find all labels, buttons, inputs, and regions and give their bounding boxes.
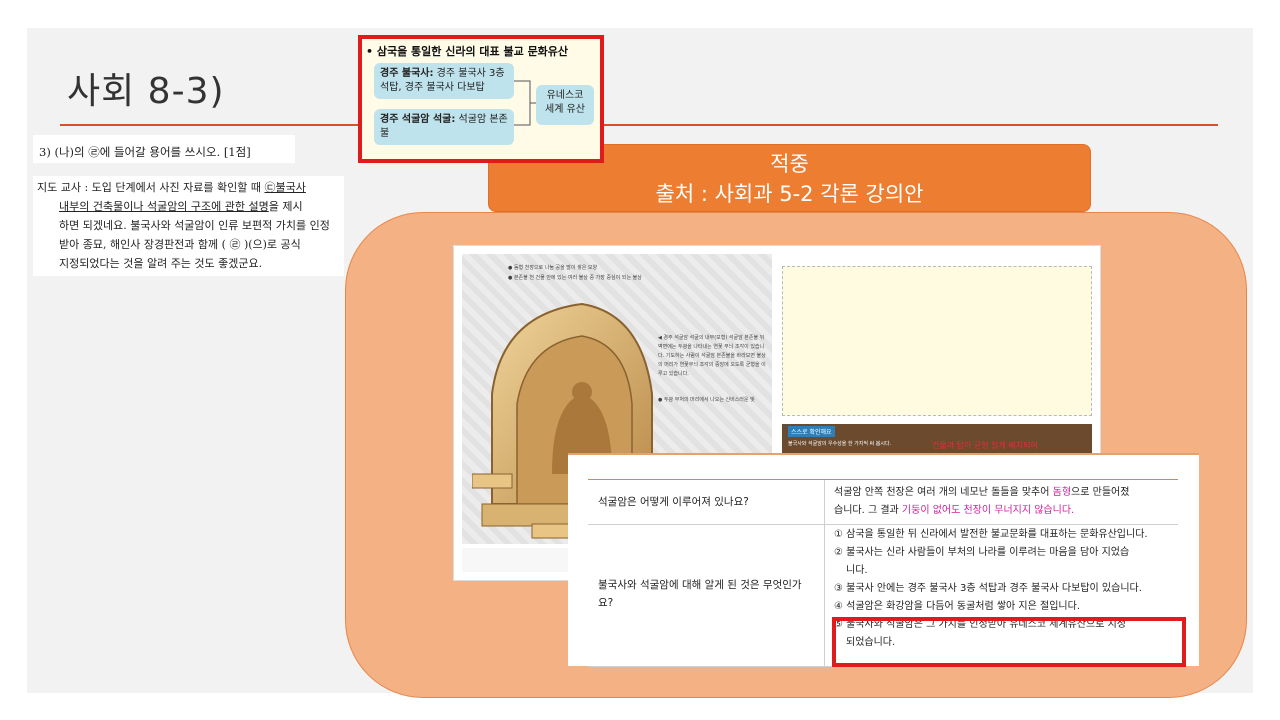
answer-text: 습니다. 그 결과 — [834, 505, 902, 516]
answer-line: ③ 불국사 안에는 경주 불국사 3층 석탑과 경주 불국사 다보탑이 있습니다… — [834, 583, 1142, 594]
self-check-tag: 스스로 확인해요 — [788, 426, 835, 437]
passage-line-5: 지정되었다는 것을 알려 주는 것도 좋겠군요. — [59, 257, 263, 270]
passage-underlined-2: 내부의 건축물이나 석굴암의 구조에 관한 설명 — [59, 200, 269, 213]
grotto-side-note: ◀ 경주 석굴암 석굴의 내부(모형) 석굴암 본존불 뒤 벽면에는 두광을 나… — [658, 335, 766, 377]
answer-text-after: 으로 만들어졌 — [1071, 487, 1130, 498]
answer-highlight: 기둥이 없어도 천장이 무너지지 않습니다. — [901, 505, 1075, 516]
passage-underlined-1: ㉢불국사 — [264, 181, 306, 194]
passage-line-2: 내부의 건축물이나 석굴암의 구조에 관한 설명을 제시 — [37, 197, 340, 216]
passage-line-4: 받아 종묘, 해인사 장경판전과 함께 ( ㉣ )(으)로 공식 — [59, 238, 301, 251]
row-answer: 석굴암 안쪽 천장은 여러 개의 네모난 돌들을 맞추어 돔형으로 만들어졌 습… — [834, 484, 1172, 520]
row-question: 불국사와 석굴암에 대해 알게 된 것은 무엇인가요? — [598, 579, 802, 609]
answer-text: 석굴암 안쪽 천장은 여러 개의 네모난 돌들을 맞추어 — [834, 487, 1053, 498]
answer-line: ② 불국사는 신라 사람들이 부처의 나라를 이루려는 마음을 담아 지었습 — [834, 547, 1130, 558]
grotto-side-note-2: ● 두광 부처의 머리에서 나오는 신비스러운 빛 — [658, 397, 755, 403]
answer-line: ④ 석굴암은 화강암을 다듬어 동굴처럼 쌓아 지은 절입니다. — [834, 601, 1080, 612]
table-divider — [824, 480, 825, 666]
textbook-summary-page — [782, 266, 1092, 416]
title-divider — [60, 124, 1218, 126]
row-question: 석굴암은 어떻게 이루어져 있나요? — [598, 496, 749, 508]
grotto-caption-1: ● 돔형 천장으로 나눔 공을 많이 쌓은 모양 — [508, 265, 598, 271]
answer-highlight-box — [832, 617, 1186, 667]
answer-line: 석굴암 안쪽 천장은 여러 개의 네모난 돌들을 맞추어 돔형으로 만들어졌 — [834, 484, 1172, 502]
slide-title: 사회 8-3) — [67, 71, 225, 112]
passage-line-1: 지도 교사 : 도입 단계에서 사진 자료를 확인할 때 ㉢불국사 — [37, 178, 340, 197]
answer-line: 니다. — [846, 565, 868, 576]
header-line-source: 출처 : 사회과 5-2 각론 강의안 — [655, 182, 924, 206]
passage-line-2-suffix: 을 제시 — [268, 200, 303, 213]
heritage-summary-highlight: • 삼국을 통일한 신라의 대표 불교 문화유산 경주 불국사: 경주 불국사 … — [358, 35, 604, 163]
unesco-pill: 유네스코 세계 유산 — [536, 85, 594, 125]
table-row: 석굴암은 어떻게 이루어져 있나요? 석굴암 안쪽 천장은 여러 개의 네모난 … — [588, 480, 1178, 525]
self-check-note: 건물과 탑이 균형 있게 배치되어 — [932, 441, 1038, 450]
answer-line: ① 삼국을 통일한 뒤 신라에서 발전한 불교문화를 대표하는 문화유산입니다. — [834, 529, 1148, 540]
answer-highlight: 돔형 — [1052, 487, 1072, 498]
exam-question: 3) (나)의 ㉣에 들어갈 용어를 쓰시오. [1점] — [33, 135, 295, 163]
passage-line-3: 하면 되겠네요. 불국사와 석굴암이 인류 보편적 가치를 인정 — [59, 219, 330, 232]
passage-line-1-prefix: 지도 교사 : 도입 단계에서 사진 자료를 확인할 때 — [37, 181, 265, 194]
answer-line: 습니다. 그 결과 기둥이 없어도 천장이 무너지지 않습니다. — [834, 502, 1172, 520]
exam-passage: 지도 교사 : 도입 단계에서 사진 자료를 확인할 때 ㉢불국사 내부의 건축… — [33, 176, 344, 276]
self-check-question: 불국사와 석굴암의 우수성을 한 가지씩 써 봅시다. — [788, 441, 892, 447]
